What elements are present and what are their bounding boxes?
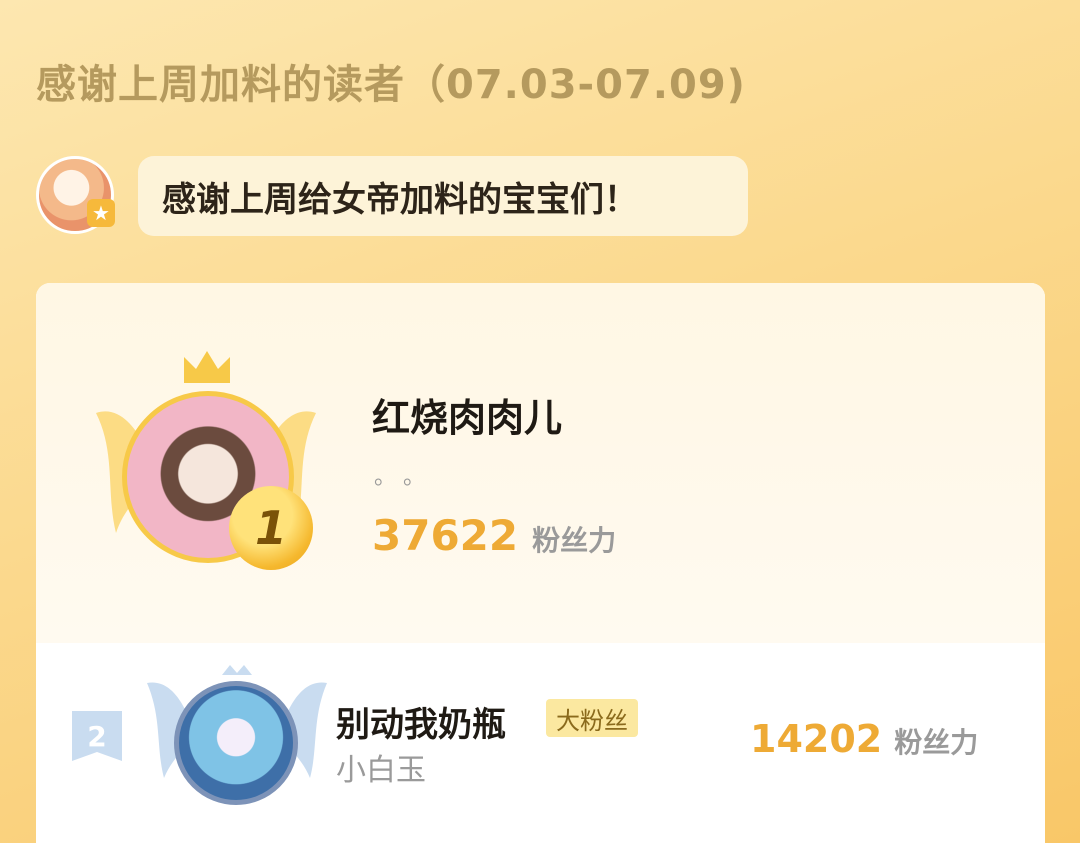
crown-icon [184, 351, 230, 383]
rank-1-badge: 1 [229, 486, 313, 570]
score-value: 14202 [750, 717, 883, 761]
fan-level-badge: 大粉丝 [546, 699, 638, 737]
page-title: 感谢上周加料的读者（07.03-07.09) [36, 62, 746, 108]
second-place-subtitle: 小白玉 [336, 753, 426, 788]
score-value: 37622 [372, 511, 519, 560]
first-place-score: 37622 粉丝力 [372, 511, 616, 560]
rank-2-tag: 2 [72, 711, 122, 761]
host-message-bubble: 感谢上周给女帝加料的宝宝们！ [138, 156, 748, 236]
second-place-avatar[interactable] [174, 681, 298, 805]
star-badge-icon: ★ [87, 199, 115, 227]
score-unit: 粉丝力 [894, 726, 979, 759]
host-avatar[interactable]: ★ [36, 156, 115, 234]
second-place-name[interactable]: 别动我奶瓶 [336, 697, 506, 746]
score-unit: 粉丝力 [532, 524, 617, 557]
first-place-signature: 。。 [374, 465, 444, 490]
leaderboard-card: 1 红烧肉肉儿 。。 37622 粉丝力 2 别动我奶瓶 大粉丝 小白玉 142… [36, 283, 1045, 843]
first-place-name[interactable]: 红烧肉肉儿 [372, 387, 562, 442]
second-place-score: 14202 粉丝力 [750, 717, 978, 761]
